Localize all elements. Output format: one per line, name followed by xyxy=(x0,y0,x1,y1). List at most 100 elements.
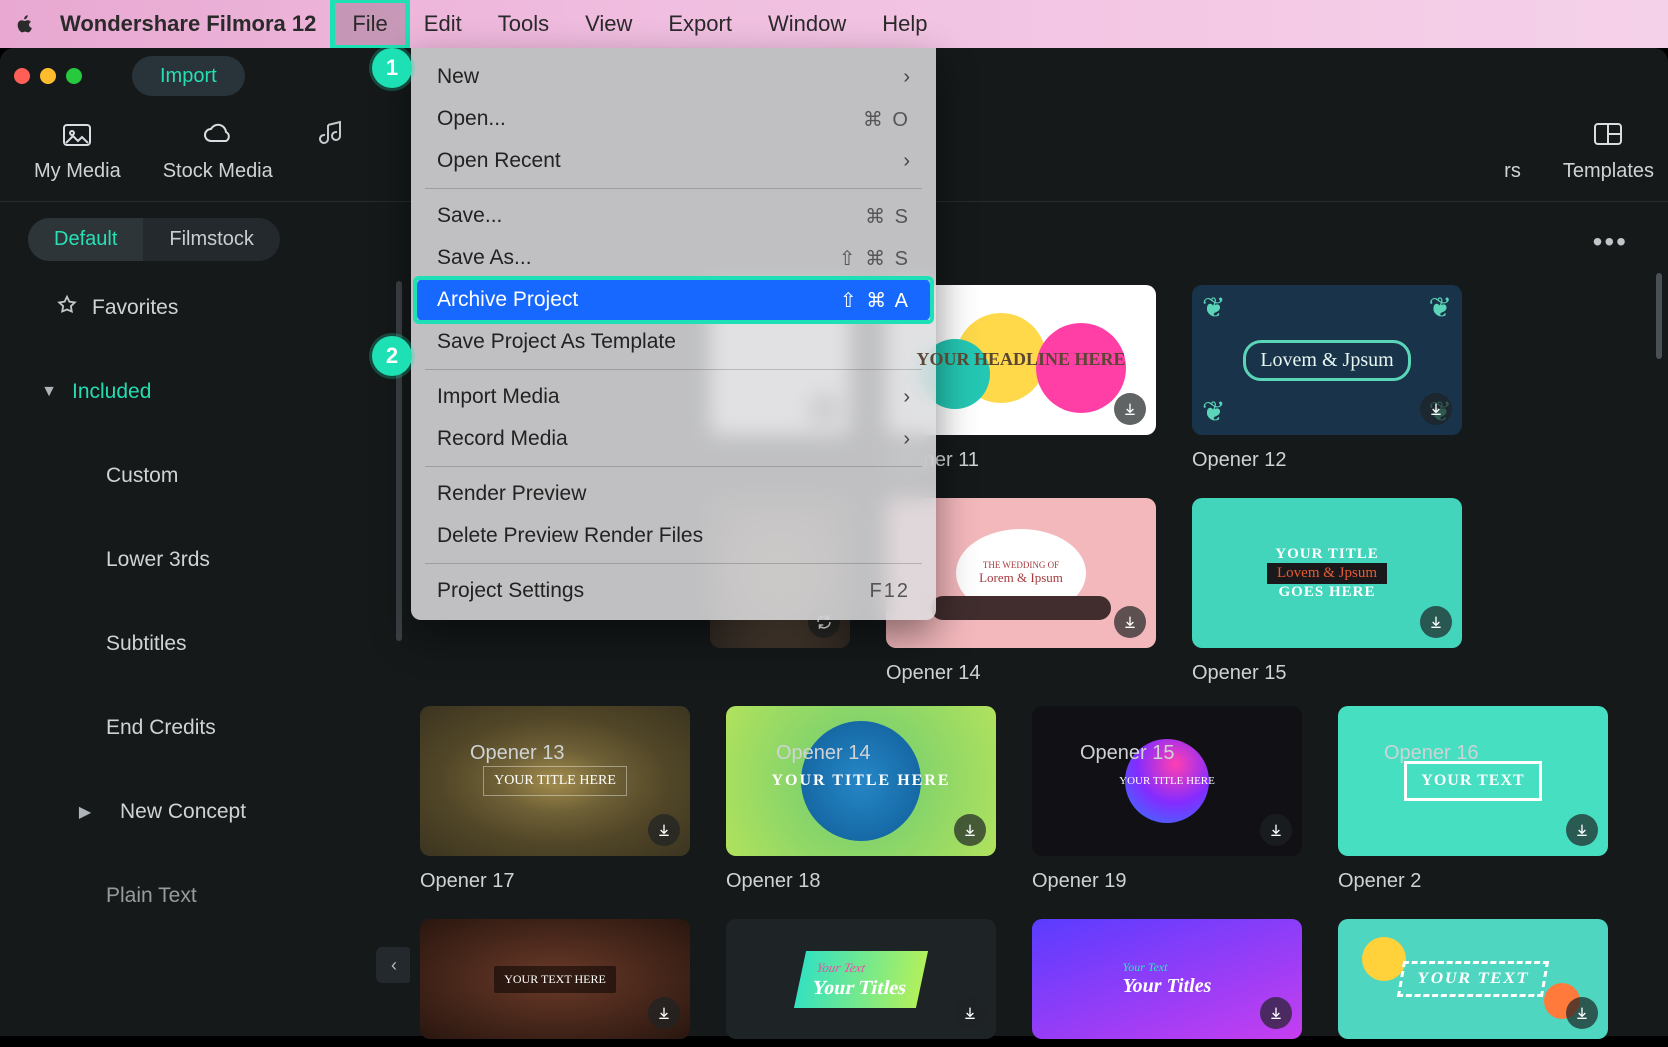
menubar-export[interactable]: Export xyxy=(650,0,750,48)
sidebar-item-plain-text[interactable]: Plain Text xyxy=(28,869,410,923)
title-card-opener-12[interactable]: ❦❦❦❦ Lovem & Jpsum Opener 12 xyxy=(1192,285,1462,472)
title-card-opener-13b[interactable]: YOUR TITLE HERE Opener 17 xyxy=(420,706,690,893)
pill-filmstock[interactable]: Filmstock xyxy=(143,218,279,261)
tab-stickers-partial[interactable]: rs xyxy=(1455,110,1525,201)
sidebar-item-custom[interactable]: Custom xyxy=(28,449,410,503)
menu-import-media[interactable]: Import Media › xyxy=(411,376,936,418)
download-icon[interactable] xyxy=(1420,606,1452,638)
menu-new[interactable]: New › xyxy=(411,56,936,98)
more-options-icon[interactable]: ••• xyxy=(1593,226,1628,258)
download-icon[interactable] xyxy=(1260,814,1292,846)
window-minimize-button[interactable] xyxy=(40,68,56,84)
tab-stock-media[interactable]: Stock Media xyxy=(159,110,277,201)
menubar-view[interactable]: View xyxy=(567,0,650,48)
import-button[interactable]: Import xyxy=(132,56,245,96)
menu-shortcut: ⇧ ⌘ S xyxy=(839,246,910,271)
tab-stickers-suffix: rs xyxy=(1504,160,1521,183)
grid-scrollbar[interactable] xyxy=(1656,273,1662,359)
download-icon[interactable] xyxy=(648,997,680,1029)
apple-icon[interactable] xyxy=(14,13,36,35)
title-thumbnail: YOUR TITLE HERE xyxy=(1032,706,1302,856)
menu-archive-project[interactable]: Archive Project ⇧ ⌘ A xyxy=(417,279,930,321)
menu-open-recent[interactable]: Open Recent › xyxy=(411,140,936,182)
download-icon[interactable] xyxy=(1566,997,1598,1029)
menu-project-settings[interactable]: Project Settings F12 xyxy=(411,570,936,612)
thumbnail-text: YOUR TEXT xyxy=(1404,761,1541,801)
title-card-opener-19[interactable]: YOUR TEXT Opener 2 xyxy=(1338,706,1608,893)
sidebar-item-end-credits[interactable]: End Credits xyxy=(28,701,410,755)
title-card-row4-0[interactable]: YOUR TEXT HERE xyxy=(420,919,690,1039)
tab-templates-label: Templates xyxy=(1563,160,1654,183)
menu-separator xyxy=(425,563,922,564)
download-icon[interactable] xyxy=(1260,997,1292,1029)
menubar-help[interactable]: Help xyxy=(864,0,945,48)
menubar-file[interactable]: File xyxy=(334,0,405,48)
tab-templates[interactable]: Templates xyxy=(1559,110,1658,201)
menu-render-preview[interactable]: Render Preview xyxy=(411,473,936,515)
title-card-row4-1[interactable]: Your TextYour Titles xyxy=(726,919,996,1039)
sidebar-collapse-button[interactable]: ‹ xyxy=(376,947,410,983)
thumbnail-text: YOUR TITLE xyxy=(1275,546,1379,563)
menu-separator xyxy=(425,369,922,370)
sidebar-item-new-concept-label: New Concept xyxy=(120,800,246,824)
menu-save-as[interactable]: Save As... ⇧ ⌘ S xyxy=(411,237,936,279)
sidebar-group-included[interactable]: ▼ Included xyxy=(28,365,410,419)
menu-item-label: Project Settings xyxy=(437,579,584,603)
title-thumbnail: YOUR TITLE Lovem & Jpsum GOES HERE xyxy=(1192,498,1462,648)
title-thumbnail: ❦❦❦❦ Lovem & Jpsum xyxy=(1192,285,1462,435)
title-card-row4-2[interactable]: Your TextYour Titles xyxy=(1032,919,1302,1039)
menu-delete-preview-render[interactable]: Delete Preview Render Files xyxy=(411,515,936,557)
download-icon[interactable] xyxy=(954,814,986,846)
download-icon[interactable] xyxy=(1420,393,1452,425)
download-icon[interactable] xyxy=(648,814,680,846)
tab-audio[interactable]: Audio xyxy=(311,110,381,201)
window-maximize-button[interactable] xyxy=(66,68,82,84)
window-close-button[interactable] xyxy=(14,68,30,84)
menubar-window[interactable]: Window xyxy=(750,0,864,48)
chevron-right-icon: › xyxy=(903,386,910,409)
menu-open[interactable]: Open... ⌘ O xyxy=(411,98,936,140)
title-thumbnail: Your TextYour Titles xyxy=(1032,919,1302,1039)
download-icon[interactable] xyxy=(1114,606,1146,638)
menu-save[interactable]: Save... ⌘ S xyxy=(411,195,936,237)
title-card-row4-3[interactable]: YOUR TEXT xyxy=(1338,919,1608,1039)
download-icon[interactable] xyxy=(1566,814,1598,846)
sidebar-favorites[interactable]: Favorites xyxy=(28,281,410,335)
pill-default[interactable]: Default xyxy=(28,218,143,261)
tab-stock-media-label: Stock Media xyxy=(163,160,273,183)
menubar-tools[interactable]: Tools xyxy=(480,0,567,48)
thumbnail-text: YOUR TITLE HERE xyxy=(771,772,950,790)
sidebar-item-new-concept[interactable]: ▶ New Concept xyxy=(28,785,410,839)
cloud-icon xyxy=(200,118,236,150)
menubar-app-name[interactable]: Wondershare Filmora 12 xyxy=(56,0,334,48)
thumbnail-text: YOUR TEXT HERE xyxy=(494,966,616,993)
thumbnail-text: YOUR TITLE HERE xyxy=(1119,775,1215,787)
title-card-label: Opener 13 xyxy=(470,742,565,765)
menu-record-media[interactable]: Record Media › xyxy=(411,418,936,460)
menu-separator xyxy=(425,188,922,189)
menu-item-label: Import Media xyxy=(437,385,560,409)
download-icon[interactable] xyxy=(1114,393,1146,425)
title-card-label: Opener 14 xyxy=(776,742,871,765)
title-card-opener-18[interactable]: YOUR TITLE HERE Opener 19 xyxy=(1032,706,1302,893)
callout-step-2: 2 xyxy=(372,336,412,376)
menu-shortcut: ⌘ O xyxy=(863,107,910,132)
menubar-edit[interactable]: Edit xyxy=(406,0,480,48)
sidebar-item-subtitles[interactable]: Subtitles xyxy=(28,617,410,671)
tab-my-media[interactable]: My Media xyxy=(30,110,125,201)
menu-item-label: Archive Project xyxy=(437,288,578,312)
callout-step-1: 1 xyxy=(372,48,412,88)
sidebar-scrollbar[interactable] xyxy=(396,281,402,641)
sticker-icon xyxy=(1485,118,1521,150)
sidebar-item-lower-3rds[interactable]: Lower 3rds xyxy=(28,533,410,587)
templates-icon xyxy=(1590,118,1626,150)
title-card-label: Opener 16 xyxy=(1384,742,1479,765)
menu-save-as-template[interactable]: Save Project As Template xyxy=(411,321,936,363)
title-card-opener-17[interactable]: YOUR TITLE HERE Opener 18 xyxy=(726,706,996,893)
menu-shortcut: ⇧ ⌘ A xyxy=(840,288,910,313)
pill-tabs: Default Filmstock xyxy=(28,218,280,261)
chevron-right-icon: › xyxy=(903,150,910,173)
menu-item-label: Record Media xyxy=(437,427,568,451)
menu-item-label: Delete Preview Render Files xyxy=(437,524,703,548)
download-icon[interactable] xyxy=(954,997,986,1029)
